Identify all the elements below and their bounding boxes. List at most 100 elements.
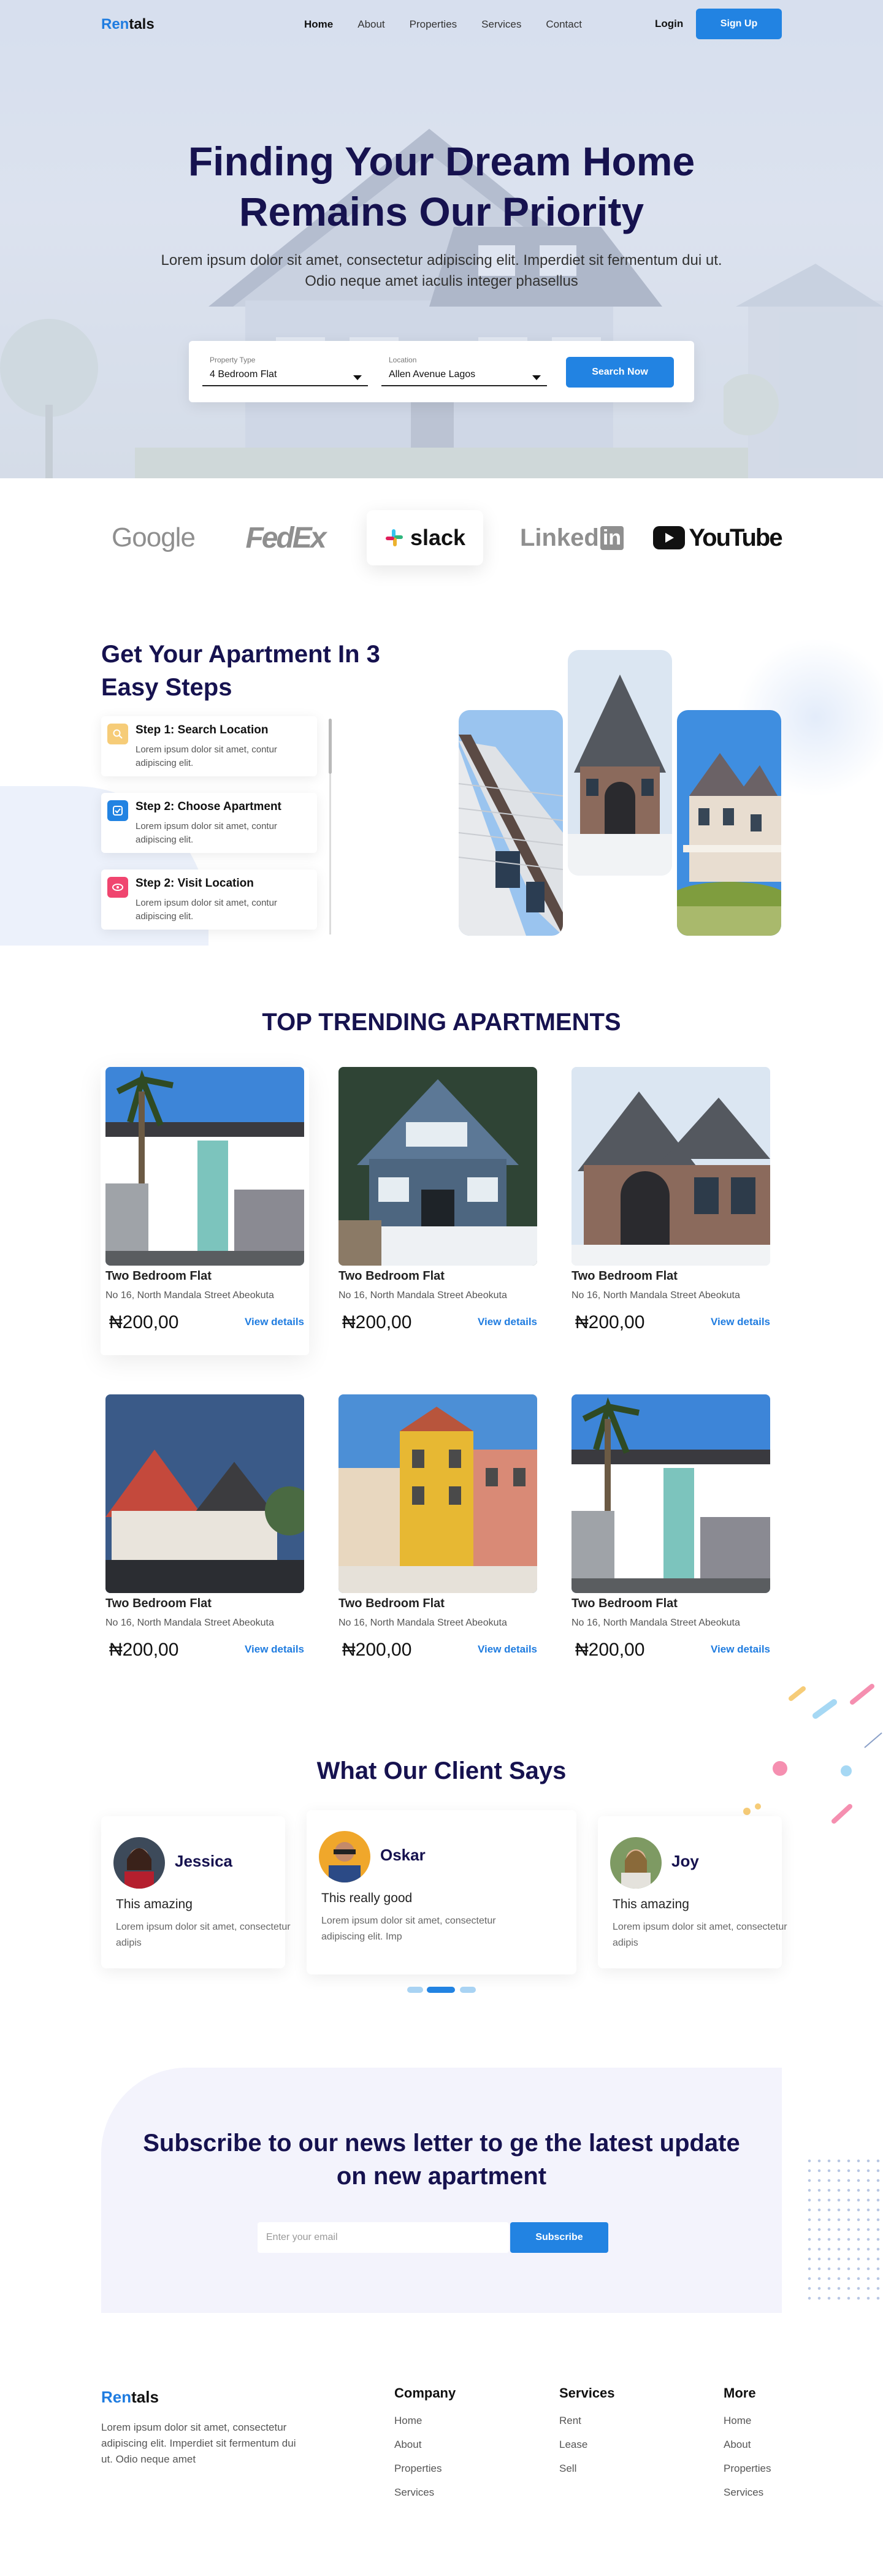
testimonial-card: Joy This amazing Lorem ipsum dolor sit a… [598,1816,787,1968]
footer-heading: Services [559,2385,615,2401]
view-details-link[interactable]: View details [245,1316,304,1328]
apartment-card[interactable]: Two Bedroom Flat No 16, North Mandala St… [567,1394,775,1683]
apartment-card[interactable]: Two Bedroom Flat No 16, North Mandala St… [101,1067,309,1355]
apartment-price: ₦200,00 [109,1640,179,1660]
apartment-name: Two Bedroom Flat [571,1597,678,1610]
carousel-dot[interactable] [407,1987,423,1993]
apartment-address: No 16, North Mandala Street Abeokuta [338,1290,507,1301]
caret-down-icon [353,375,362,380]
search-icon [107,724,128,744]
view-details-link[interactable]: View details [478,1316,537,1328]
location-value: Allen Avenue Lagos [389,369,476,380]
apartment-price: ₦200,00 [342,1312,412,1332]
login-link[interactable]: Login [655,18,683,30]
signup-button[interactable]: Sign Up [696,9,782,39]
slack-icon [385,529,403,546]
footer-link[interactable]: Rent [559,2415,615,2427]
search-now-button[interactable]: Search Now [566,357,674,388]
property-type-select[interactable]: Property Type 4 Bedroom Flat [202,356,368,386]
avatar [319,1831,370,1882]
footer-link[interactable]: Sell [559,2463,615,2475]
footer-description: Lorem ipsum dolor sit amet, consectetur … [101,2421,296,2465]
hero-subtitle: Lorem ipsum dolor sit amet, consectetur … [161,252,722,289]
logo-accent-text: Ren [101,16,129,32]
testimonial-heading: This amazing [116,1897,193,1911]
hero-title: Finding Your Dream Home Remains Our Prio… [188,139,695,234]
step-title: Step 2: Visit Location [136,877,254,890]
footer-column-more: More Home About Properties Services [724,2385,771,2510]
testimonial-card: Jessica This amazing Lorem ipsum dolor s… [101,1816,291,1968]
subscribe-button[interactable]: Subscribe [510,2222,608,2253]
apartment-card[interactable]: Two Bedroom Flat No 16, North Mandala St… [567,1067,775,1355]
step-card-visit[interactable]: Step 2: Visit Location Lorem ipsum dolor… [101,869,317,930]
email-input[interactable]: Enter your email [258,2222,509,2253]
apartment-card[interactable]: Two Bedroom Flat No 16, North Mandala St… [101,1394,309,1683]
fedex-logo: FedEx [245,521,326,554]
avatar [113,1837,165,1889]
footer-logo[interactable]: Rentals [101,2388,159,2407]
footer-link[interactable]: Services [724,2486,771,2499]
footer-link[interactable]: Properties [724,2463,771,2475]
brand-logo[interactable]: Rentals [101,16,155,33]
apartment-card[interactable]: Two Bedroom Flat No 16, North Mandala St… [334,1394,542,1683]
nav-link-services[interactable]: Services [481,18,521,31]
eye-icon [107,877,128,898]
linkedin-wordmark: Linked [519,524,599,551]
apartment-address: No 16, North Mandala Street Abeokuta [105,1290,274,1301]
subscribe-title: Subscribe to our news letter to ge the l… [143,2130,740,2190]
view-details-link[interactable]: View details [711,1643,770,1656]
steps-title: Get Your Apartment In 3 Easy Steps [101,641,380,701]
apartment-card[interactable]: Two Bedroom Flat No 16, North Mandala St… [334,1067,542,1355]
apartment-image [571,1394,770,1593]
view-details-link[interactable]: View details [245,1643,304,1656]
nav-link-home[interactable]: Home [304,18,333,31]
step-card-choose[interactable]: Step 2: Choose Apartment Lorem ipsum dol… [101,793,317,853]
apartment-photo-white-siding [459,710,563,936]
footer-link[interactable]: Lease [559,2439,615,2451]
location-select[interactable]: Location Allen Avenue Lagos [381,356,547,386]
apartment-photo-victorian [677,710,781,936]
footer-link[interactable]: Services [394,2486,456,2499]
view-details-link[interactable]: View details [478,1643,537,1656]
testimonial-heading: This really good [321,1891,413,1905]
footer-link[interactable]: About [724,2439,771,2451]
testimonial-body: Lorem ipsum dolor sit amet, consectetur … [613,1922,787,1948]
carousel-dot[interactable] [460,1987,476,1993]
apartment-price: ₦200,00 [109,1312,179,1332]
nav-link-contact[interactable]: Contact [546,18,582,31]
footer-link[interactable]: Home [724,2415,771,2427]
apartment-photo-stone-house [568,650,672,876]
apartment-name: Two Bedroom Flat [105,1269,212,1283]
apartment-image [338,1394,537,1593]
caret-down-icon [532,375,541,380]
carousel-dot-active[interactable] [427,1987,455,1993]
nav-link-properties[interactable]: Properties [410,18,457,31]
property-type-label: Property Type [210,356,256,364]
dot-grid-decor [805,2156,883,2303]
main-menu: Home About Properties Services Contact [304,18,606,31]
apartment-image [571,1067,770,1266]
apartment-address: No 16, North Mandala Street Abeokuta [105,1618,274,1628]
apartment-name: Two Bedroom Flat [338,1597,445,1610]
trending-title: TOP TRENDING APARTMENTS [262,1009,621,1036]
nav-link-about[interactable]: About [357,18,384,31]
youtube-wordmark: YouTube [689,524,782,551]
footer-link[interactable]: Properties [394,2463,456,2475]
view-details-link[interactable]: View details [711,1316,770,1328]
property-type-value: 4 Bedroom Flat [210,369,277,380]
step-title: Step 1: Search Location [136,724,269,736]
footer-link[interactable]: Home [394,2415,456,2427]
testimonial-name: Oskar [380,1846,426,1864]
step-card-search[interactable]: Step 1: Search Location Lorem ipsum dolo… [101,716,317,776]
search-box: Property Type 4 Bedroom Flat Location Al… [189,341,694,402]
testimonial-heading: This amazing [613,1897,689,1911]
steps-scroll-thumb[interactable] [329,719,332,774]
step-description: Lorem ipsum dolor sit amet, contur adipi… [136,744,277,768]
linkedin-logo: Linked in [519,516,624,559]
footer-link[interactable]: About [394,2439,456,2451]
apartment-price: ₦200,00 [575,1312,645,1332]
apartment-address: No 16, North Mandala Street Abeokuta [338,1618,507,1628]
footer-column-services: Services Rent Lease Sell [559,2385,615,2486]
location-label: Location [389,356,417,364]
apartment-price: ₦200,00 [342,1640,412,1660]
